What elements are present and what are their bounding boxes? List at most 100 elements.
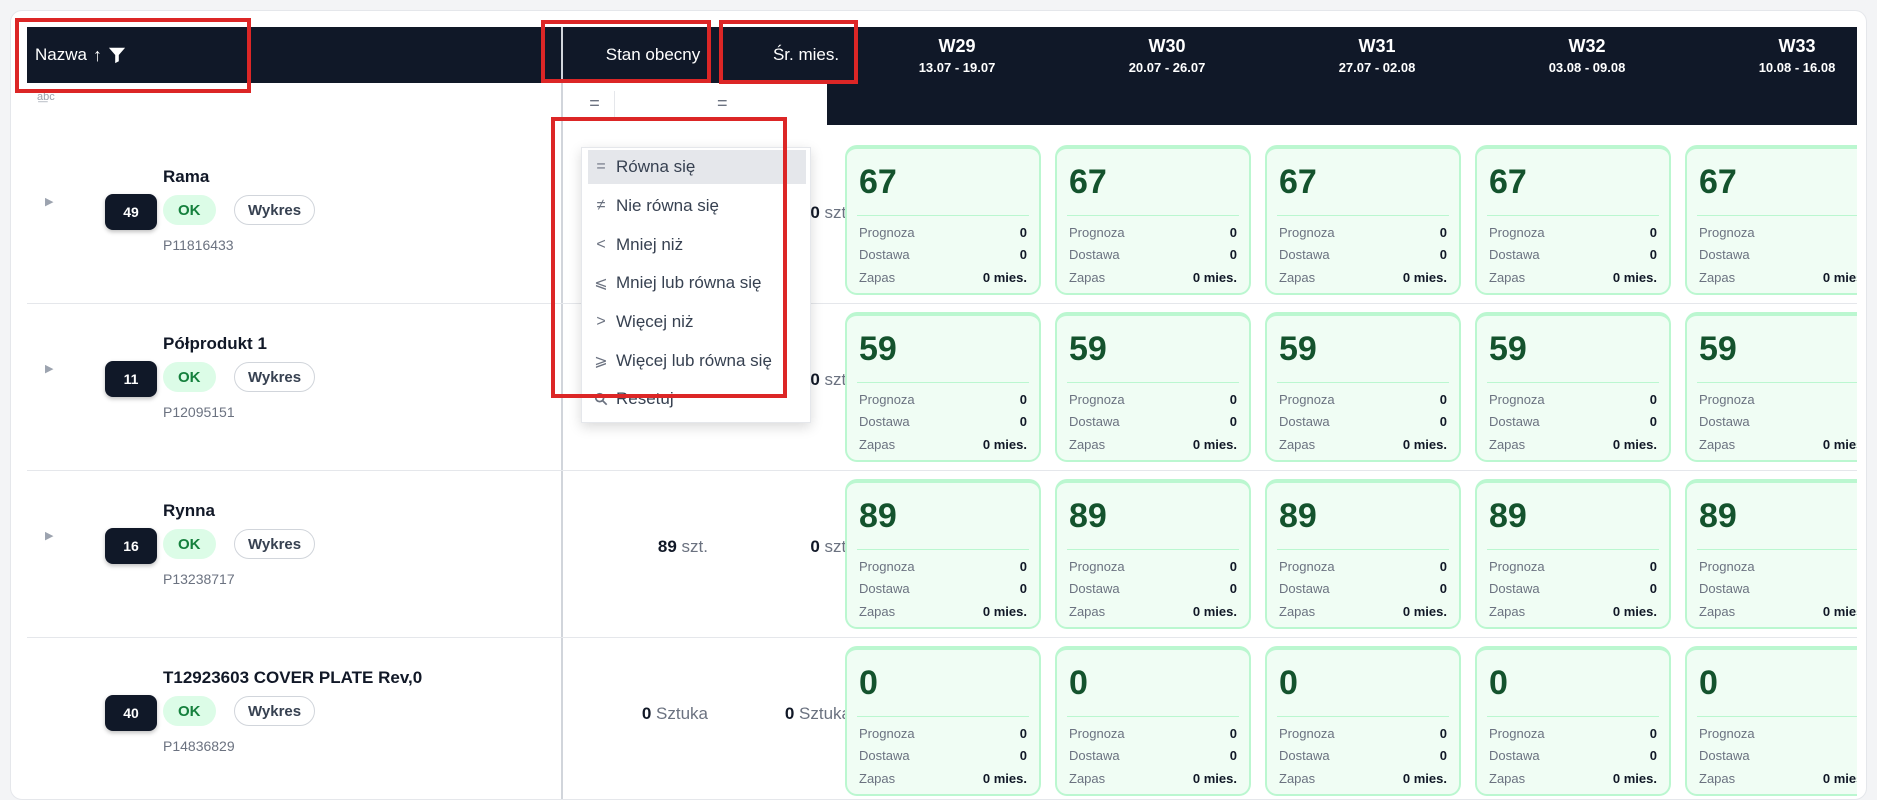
dostawa-line: Dostawa0 <box>1279 247 1447 262</box>
zapas-label: Zapas <box>1699 771 1736 786</box>
chart-button[interactable]: Wykres <box>234 696 316 726</box>
dostawa-line: Dostawa0 <box>859 748 1027 763</box>
dostawa-value: 0 <box>1019 748 1027 763</box>
dostawa-label: Dostawa <box>1489 748 1540 763</box>
dostawa-value: 0 <box>1019 247 1027 262</box>
zapas-value: 0 mies. <box>1612 604 1657 619</box>
prognoza-label: Prognoza <box>1699 559 1755 574</box>
prognoza-label: Prognoza <box>1069 726 1125 741</box>
week-label: W32 <box>1568 35 1606 56</box>
zapas-label: Zapas <box>1069 437 1106 452</box>
week-stock-value: 59 <box>1279 330 1317 368</box>
chart-button[interactable]: Wykres <box>234 529 316 559</box>
dostawa-label: Dostawa <box>859 247 910 262</box>
zapas-label: Zapas <box>1489 771 1526 786</box>
highlight-box <box>541 20 711 83</box>
zapas-value: 0 mies. <box>982 604 1027 619</box>
quantity-badge: 49 <box>105 194 157 230</box>
zapas-value: 0 mies. <box>1192 771 1237 786</box>
dostawa-value: 0 <box>1649 247 1657 262</box>
card-divider <box>1067 215 1239 216</box>
week-forecast-card: 89 Prognoza 0 Dostawa 0 Zapas 0 mies. <box>1475 479 1671 629</box>
zapas-value: 0 mies. <box>982 270 1027 285</box>
zapas-label: Zapas <box>859 604 896 619</box>
dostawa-value: 0 <box>1649 581 1657 596</box>
prognoza-label: Prognoza <box>1489 225 1545 240</box>
zapas-label: Zapas <box>1699 270 1736 285</box>
week-stock-value: 67 <box>1069 163 1107 201</box>
prognoza-value: 0 <box>1019 392 1027 407</box>
expand-caret-icon[interactable]: ▶ <box>45 529 53 542</box>
zapas-line: Zapas 0 mies. <box>1489 437 1657 452</box>
zapas-line: Zapas 0 mies. <box>859 771 1027 786</box>
zapas-label: Zapas <box>859 437 896 452</box>
expand-caret-icon[interactable]: ▶ <box>45 195 53 208</box>
stan-value: 0 Sztuka <box>642 704 708 724</box>
prognoza-line: Prognoza0 <box>1069 726 1237 741</box>
zapas-line: Zapas 0 mies. <box>1069 437 1237 452</box>
prognoza-line: Prognoza0 <box>1279 392 1447 407</box>
prognoza-line: Prognoza0 <box>1699 225 1857 240</box>
dostawa-line: Dostawa0 <box>859 581 1027 596</box>
zapas-value: 0 mies. <box>1402 604 1447 619</box>
prognoza-line: Prognoza0 <box>1489 225 1657 240</box>
zapas-value: 0 mies. <box>1192 437 1237 452</box>
zapas-value: 0 mies. <box>1402 270 1447 285</box>
chart-button[interactable]: Wykres <box>234 362 316 392</box>
dostawa-label: Dostawa <box>1699 748 1750 763</box>
prognoza-value: 0 <box>1019 559 1027 574</box>
week-stock-value: 89 <box>1069 497 1107 535</box>
dostawa-label: Dostawa <box>1069 748 1120 763</box>
sr-unit: Sztuka <box>799 704 851 723</box>
prognoza-label: Prognoza <box>1279 392 1335 407</box>
week-stock-value: 67 <box>1489 163 1527 201</box>
expand-caret-icon[interactable]: ▶ <box>45 362 53 375</box>
week-range: 20.07 - 26.07 <box>1128 59 1206 75</box>
dostawa-value: 0 <box>1229 581 1237 596</box>
highlight-box <box>719 20 858 84</box>
card-divider <box>1697 215 1857 216</box>
zapas-line: Zapas 0 mies. <box>1069 604 1237 619</box>
prognoza-label: Prognoza <box>859 726 915 741</box>
zapas-label: Zapas <box>1489 604 1526 619</box>
dostawa-value: 0 <box>1649 748 1657 763</box>
zapas-value: 0 mies. <box>1192 604 1237 619</box>
zapas-label: Zapas <box>1279 270 1316 285</box>
sr-filter-operator[interactable]: = <box>717 91 728 115</box>
card-divider <box>1487 382 1659 383</box>
week-stock-value: 89 <box>859 497 897 535</box>
dostawa-value: 0 <box>1439 414 1447 429</box>
dostawa-label: Dostawa <box>1279 414 1330 429</box>
zapas-label: Zapas <box>1279 437 1316 452</box>
zapas-line: Zapas 0 mies. <box>1279 437 1447 452</box>
status-badge: OK <box>163 696 216 726</box>
week-forecast-card: 0 Prognoza 0 Dostawa 0 Zapas 0 mies. <box>1475 646 1671 796</box>
zapas-line: Zapas 0 mies. <box>1699 771 1857 786</box>
week-forecast-card: 0 Prognoza 0 Dostawa 0 Zapas 0 mies. <box>1265 646 1461 796</box>
week-stock-value: 59 <box>1489 330 1527 368</box>
dostawa-value: 0 <box>1439 247 1447 262</box>
quantity-badge: 40 <box>105 695 157 731</box>
dostawa-value: 0 <box>1649 414 1657 429</box>
dostawa-line: Dostawa0 <box>1279 748 1447 763</box>
prognoza-label: Prognoza <box>1069 392 1125 407</box>
week-forecast-card: 67 Prognoza0 Dostawa0 Zapas 0 mies. <box>1685 145 1857 295</box>
stan-filter-operator[interactable]: = <box>575 91 615 119</box>
week-stock-value: 0 <box>1489 664 1508 702</box>
prognoza-label: Prognoza <box>1069 559 1125 574</box>
dostawa-label: Dostawa <box>1069 247 1120 262</box>
zapas-line: Zapas 0 mies. <box>1069 270 1237 285</box>
header-week: W30 20.07 - 26.07 <box>1067 27 1267 83</box>
dostawa-line: Dostawa0 <box>1699 581 1857 596</box>
product-name: Rama <box>163 167 210 186</box>
dostawa-label: Dostawa <box>1489 247 1540 262</box>
prognoza-value: 0 <box>1439 559 1447 574</box>
week-label: W31 <box>1358 35 1396 56</box>
week-forecast-card: 59 Prognoza 0 Dostawa 0 Zapas 0 mies. <box>1055 312 1251 462</box>
chart-button[interactable]: Wykres <box>234 195 316 225</box>
prognoza-line: Prognoza0 <box>1279 559 1447 574</box>
zapas-value: 0 mies. <box>1192 270 1237 285</box>
zapas-line: Zapas 0 mies. <box>1699 604 1857 619</box>
dostawa-line: Dostawa0 <box>1699 414 1857 429</box>
status-badge: OK <box>163 529 216 559</box>
